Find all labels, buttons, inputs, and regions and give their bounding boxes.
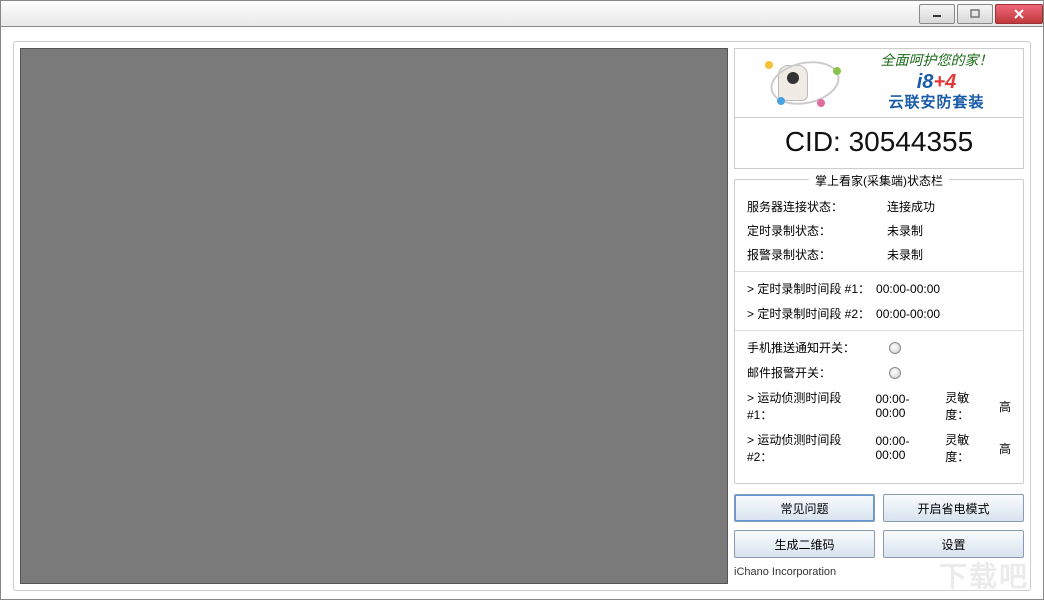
- promo-line3: 云联安防套装: [888, 94, 984, 112]
- promo-banner: 全面呵护您的家！ i8+4 云联安防套装: [734, 48, 1024, 118]
- status-row-timer-rec: 定时录制状态： 未录制: [747, 222, 1011, 239]
- motion2-sens-label: 灵敏度：: [945, 431, 993, 465]
- timer-rec-value: 未录制: [887, 222, 923, 239]
- promo-line1: 全面呵护您的家！: [881, 54, 993, 71]
- motion1-label: > 运动侦测时间段 #1：: [747, 389, 869, 423]
- window-close-button[interactable]: [995, 4, 1043, 24]
- schedule-row-2: > 定时录制时间段 #2： 00:00-00:00: [747, 305, 1011, 322]
- promo-graphic: [735, 49, 850, 117]
- alarm-rec-value: 未录制: [887, 246, 923, 263]
- close-icon: [1013, 8, 1025, 20]
- client-area: 全面呵护您的家！ i8+4 云联安防套装 CID: 30544355 掌上看家(…: [0, 27, 1044, 600]
- sched2-label: > 定时录制时间段 #2：: [747, 305, 870, 322]
- status-group: 掌上看家(采集端)状态栏 服务器连接状态： 连接成功 定时录制状态： 未录制 报…: [734, 179, 1024, 484]
- motion2-label: > 运动侦测时间段 #2：: [747, 431, 869, 465]
- status-row-alarm-rec: 报警录制状态： 未录制: [747, 246, 1011, 263]
- timer-rec-label: 定时录制状态：: [747, 222, 887, 239]
- faq-button[interactable]: 常见问题: [734, 494, 875, 522]
- push-notify-label: 手机推送通知开关：: [747, 339, 877, 356]
- mail-alarm-label: 邮件报警开关：: [747, 364, 877, 381]
- right-panel: 全面呵护您的家！ i8+4 云联安防套装 CID: 30544355 掌上看家(…: [734, 48, 1024, 584]
- status-row-server: 服务器连接状态： 连接成功: [747, 198, 1011, 215]
- dot-icon: [817, 99, 825, 107]
- alarm-rec-label: 报警录制状态：: [747, 246, 887, 263]
- status-body: 服务器连接状态： 连接成功 定时录制状态： 未录制 报警录制状态： 未录制 > …: [735, 198, 1023, 465]
- promo-plus4: +4: [933, 71, 956, 93]
- mail-alarm-row: 邮件报警开关：: [747, 364, 1011, 381]
- divider: [735, 271, 1023, 272]
- divider: [735, 330, 1023, 331]
- schedule-row-1: > 定时录制时间段 #1： 00:00-00:00: [747, 280, 1011, 297]
- minimize-icon: [932, 10, 942, 18]
- qrcode-button[interactable]: 生成二维码: [734, 530, 875, 558]
- cid-display: CID: 30544355: [734, 118, 1024, 169]
- promo-i8: i8: [917, 71, 934, 93]
- maximize-icon: [970, 9, 980, 19]
- motion2-value: 00:00-00:00: [875, 434, 939, 462]
- video-preview[interactable]: [20, 48, 728, 584]
- sched2-value: 00:00-00:00: [876, 307, 940, 321]
- sched1-value: 00:00-00:00: [876, 282, 940, 296]
- status-group-title: 掌上看家(采集端)状态栏: [809, 172, 949, 189]
- dot-icon: [833, 67, 841, 75]
- cid-value: 30544355: [849, 126, 974, 157]
- window-minimize-button[interactable]: [919, 4, 955, 24]
- action-buttons: 常见问题 开启省电模式 生成二维码 设置: [734, 494, 1024, 558]
- push-notify-row: 手机推送通知开关：: [747, 339, 1011, 356]
- motion-row-2: > 运动侦测时间段 #2： 00:00-00:00 灵敏度： 高: [747, 431, 1011, 465]
- motion-row-1: > 运动侦测时间段 #1： 00:00-00:00 灵敏度： 高: [747, 389, 1011, 423]
- sched1-label: > 定时录制时间段 #1：: [747, 280, 870, 297]
- power-save-button[interactable]: 开启省电模式: [883, 494, 1024, 522]
- mail-alarm-toggle[interactable]: [889, 367, 901, 379]
- window-titlebar: [0, 0, 1044, 27]
- server-status-label: 服务器连接状态：: [747, 198, 887, 215]
- server-status-value: 连接成功: [887, 198, 935, 215]
- company-footer: iChano Incorporation: [734, 566, 1024, 578]
- window-maximize-button[interactable]: [957, 4, 993, 24]
- settings-button[interactable]: 设置: [883, 530, 1024, 558]
- motion1-value: 00:00-00:00: [875, 392, 939, 420]
- motion2-sens-value: 高: [999, 440, 1011, 457]
- motion1-sens-value: 高: [999, 398, 1011, 415]
- dot-icon: [777, 97, 785, 105]
- motion1-sens-label: 灵敏度：: [945, 389, 993, 423]
- push-notify-toggle[interactable]: [889, 342, 901, 354]
- main-frame: 全面呵护您的家！ i8+4 云联安防套装 CID: 30544355 掌上看家(…: [13, 41, 1031, 591]
- dot-icon: [765, 61, 773, 69]
- promo-text: 全面呵护您的家！ i8+4 云联安防套装: [850, 54, 1023, 113]
- promo-line2: i8+4: [917, 70, 957, 94]
- cid-prefix: CID:: [785, 126, 849, 157]
